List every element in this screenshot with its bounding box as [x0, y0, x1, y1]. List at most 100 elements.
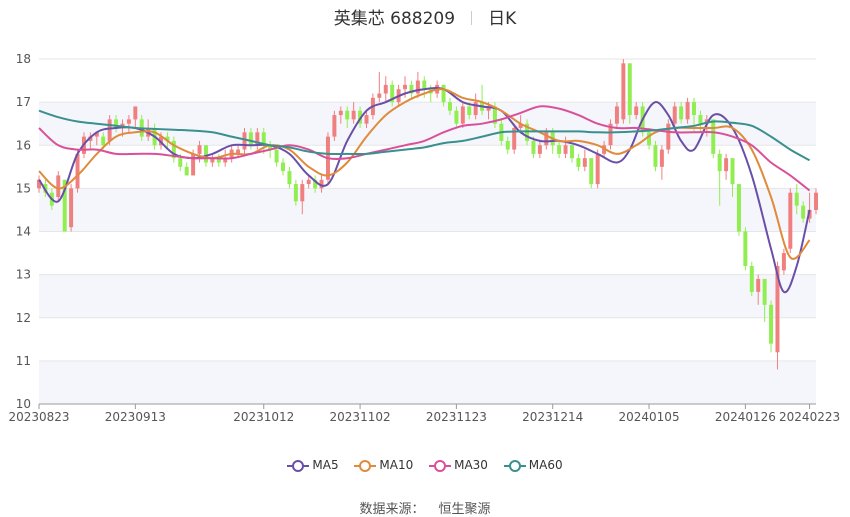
candle-body — [351, 110, 356, 120]
candle-body — [582, 158, 587, 167]
candle-body — [505, 140, 510, 150]
y-tick-label: 11 — [16, 354, 31, 368]
candle-body — [69, 188, 74, 228]
candle-body — [595, 153, 600, 185]
legend-label: MA5 — [312, 458, 339, 472]
candle-body — [383, 84, 388, 94]
candle-body — [621, 63, 626, 120]
x-tick-label: 20230823 — [8, 410, 69, 424]
candle-body — [563, 145, 568, 154]
candle-body — [634, 106, 639, 116]
y-tick-label: 13 — [16, 268, 31, 282]
source-value: 恒生聚源 — [438, 502, 491, 517]
x-tick-label: 20231123 — [426, 410, 487, 424]
candle-body — [679, 106, 684, 120]
candle-body — [749, 266, 754, 292]
y-tick-label: 18 — [16, 52, 31, 66]
candle-body — [473, 102, 478, 116]
candle-body — [56, 175, 61, 197]
candle-body — [293, 184, 298, 202]
candle-body — [107, 119, 112, 141]
ma5-legend-icon — [287, 460, 310, 472]
candle-body — [441, 84, 446, 103]
candle-body — [332, 115, 337, 137]
candle-body — [653, 145, 658, 167]
x-tick-label: 20231012 — [233, 410, 294, 424]
y-tick-label: 17 — [16, 95, 31, 109]
candle-body — [769, 304, 774, 344]
candle-body — [788, 192, 793, 249]
ma10-legend-icon — [354, 460, 377, 472]
ma30-legend-icon — [429, 460, 452, 472]
kline-chart: 10 11 12 13 14 15 16 17 18 20230823 20230913 202310… — [8, 52, 840, 424]
y-tick-label: 12 — [16, 311, 31, 325]
candle-body — [711, 119, 716, 154]
candle-body — [133, 106, 138, 120]
candle-body — [736, 184, 741, 232]
candle-body — [531, 140, 536, 154]
candle-body — [248, 132, 253, 146]
candle-body — [666, 123, 671, 150]
x-tick-label: 20240223 — [779, 410, 840, 424]
candle-body — [659, 149, 664, 167]
candle-body — [781, 253, 786, 271]
candle-body — [422, 80, 427, 90]
legend-label: MA60 — [528, 458, 563, 472]
candle-body — [537, 145, 542, 154]
candle-body — [197, 145, 202, 154]
legend-item-ma60[interactable]: MA60 — [503, 458, 563, 472]
candle-body — [672, 106, 677, 124]
candle-body — [460, 106, 465, 124]
candle-body — [203, 145, 208, 163]
candle-body — [281, 162, 286, 172]
grid-band — [39, 360, 816, 404]
x-tick-label: 20240105 — [619, 410, 680, 424]
candle-body — [178, 158, 183, 167]
candle-body — [685, 102, 690, 120]
y-tick-label: 16 — [16, 138, 31, 152]
candle-body — [814, 192, 818, 210]
legend-label: MA30 — [454, 458, 488, 472]
candle-body — [242, 132, 247, 150]
candle-body — [743, 231, 748, 266]
candle-body — [801, 205, 806, 219]
candle-body — [614, 106, 619, 124]
candle-body — [467, 106, 472, 116]
candle-body — [569, 145, 574, 159]
y-tick-label: 15 — [16, 181, 31, 195]
x-tick-label: 20231214 — [522, 410, 583, 424]
x-tick-label: 20240126 — [715, 410, 776, 424]
candle-body — [287, 171, 292, 185]
candle-body — [274, 149, 279, 163]
candle-body — [794, 192, 799, 206]
candle-body — [454, 110, 459, 124]
legend-item-ma5[interactable]: MA5 — [287, 458, 339, 472]
candle-body — [589, 158, 594, 185]
candle-body — [403, 84, 408, 90]
legend-label: MA10 — [379, 458, 414, 472]
data-source: 数据来源： 恒生聚源 — [0, 498, 850, 517]
candle-body — [576, 158, 581, 167]
candle-body — [415, 80, 420, 94]
grid-band — [39, 188, 816, 232]
candle-body — [184, 166, 189, 176]
candle-body — [557, 145, 562, 154]
candle-body — [627, 63, 632, 116]
candle-body — [126, 119, 131, 124]
ma60-legend-icon — [503, 460, 526, 472]
candle-body — [338, 110, 343, 116]
candle-body — [377, 93, 382, 98]
x-tick-label: 20231102 — [330, 410, 391, 424]
candle-body — [698, 115, 703, 124]
grid-band — [39, 274, 816, 318]
legend-item-ma30[interactable]: MA30 — [429, 458, 488, 472]
candle-body — [364, 115, 369, 124]
x-tick-label: 20230913 — [105, 410, 166, 424]
candle-body — [762, 278, 767, 305]
source-label: 数据来源： — [359, 502, 425, 517]
legend-item-ma10[interactable]: MA10 — [354, 458, 413, 472]
candle-body — [692, 102, 696, 116]
candle-body — [300, 184, 305, 202]
candle-body — [717, 153, 722, 172]
candle-body — [345, 110, 350, 120]
